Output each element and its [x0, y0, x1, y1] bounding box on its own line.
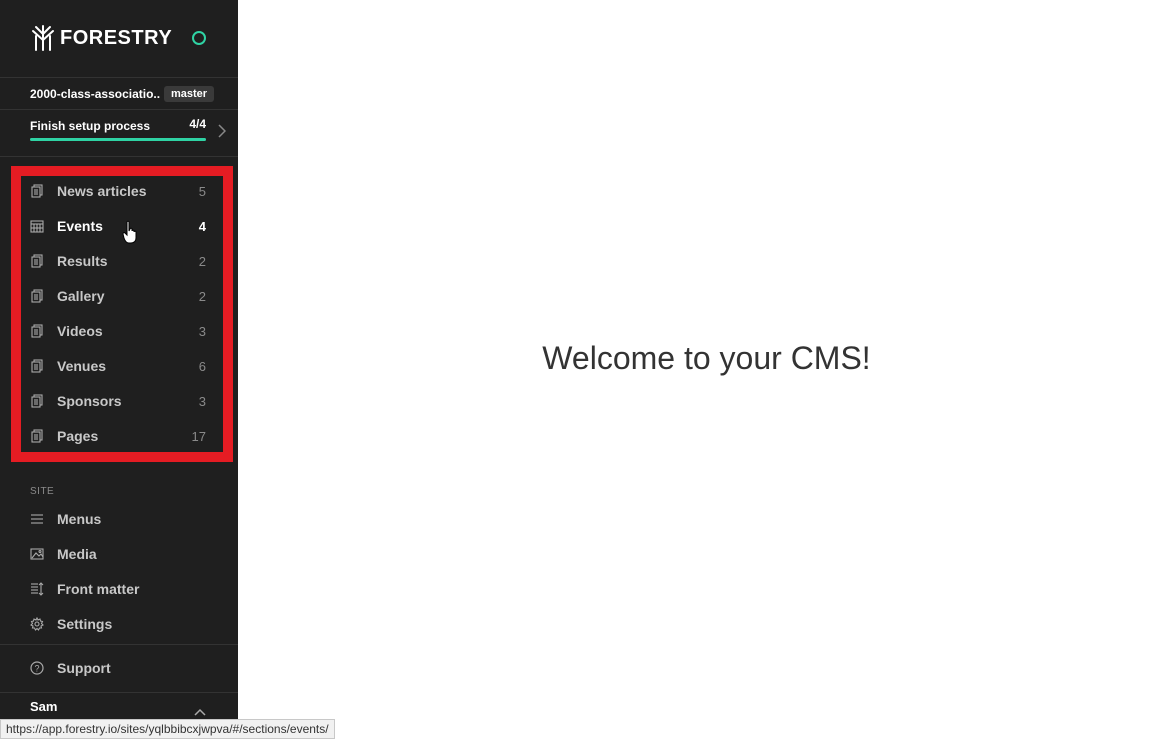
chevron-right-icon[interactable] [218, 124, 226, 138]
nav-label-support: Support [57, 660, 111, 676]
sidebar: FORESTRY 2000-class-associatio... master… [0, 0, 238, 739]
nav-label-menus: Menus [57, 511, 102, 527]
branch-badge: master [164, 86, 215, 102]
nav-label-sponsors: Sponsors [57, 393, 122, 409]
nav-item-pages[interactable]: Pages 17 [30, 426, 206, 446]
nav-item-venues[interactable]: Venues 6 [30, 356, 206, 376]
forestry-tree-icon [32, 25, 54, 51]
nav-item-events[interactable]: Events 4 [30, 216, 206, 236]
divider [0, 77, 238, 78]
setup-progress-fill [30, 138, 206, 141]
nav-count-results: 2 [198, 253, 206, 269]
nav-label-media: Media [57, 546, 97, 562]
divider [0, 109, 238, 110]
document-icon [30, 324, 44, 338]
document-icon [30, 254, 44, 268]
nav-count-videos: 3 [198, 323, 206, 339]
repo-name: 2000-class-associatio... [30, 87, 160, 101]
user-name[interactable]: Sam [30, 699, 57, 714]
calendar-icon [30, 219, 44, 233]
nav-item-videos[interactable]: Videos 3 [30, 321, 206, 341]
front-matter-icon [30, 582, 44, 596]
nav-item-gallery[interactable]: Gallery 2 [30, 286, 206, 306]
nav-count-venues: 6 [198, 358, 206, 374]
menu-icon [30, 512, 44, 526]
nav-label-settings: Settings [57, 616, 113, 632]
nav-item-results[interactable]: Results 2 [30, 251, 206, 271]
svg-text:?: ? [34, 664, 39, 674]
divider [0, 156, 238, 157]
nav-label-results: Results [57, 253, 108, 269]
document-icon [30, 359, 44, 373]
setup-progress[interactable]: Finish setup process 4/4 [30, 117, 206, 141]
status-indicator-icon[interactable] [192, 31, 206, 45]
setup-label: Finish setup process [30, 119, 151, 133]
document-icon [30, 394, 44, 408]
divider [0, 644, 238, 645]
setup-count: 4/4 [189, 117, 206, 131]
nav-count-sponsors: 3 [198, 393, 206, 409]
setup-progress-bar [30, 138, 206, 141]
chevron-up-icon[interactable] [194, 708, 206, 716]
document-icon [30, 184, 44, 198]
hand-cursor-icon [122, 220, 137, 244]
nav-label-gallery: Gallery [57, 288, 105, 304]
status-url: https://app.forestry.io/sites/yqlbbibcxj… [0, 719, 335, 739]
highlight-box [11, 166, 233, 462]
site-heading: SITE [30, 486, 55, 497]
repo-selector[interactable]: 2000-class-associatio... master [30, 85, 220, 103]
gear-icon [30, 616, 44, 631]
image-icon [30, 547, 44, 561]
forestry-logo[interactable]: FORESTRY [30, 24, 172, 52]
nav-label-videos: Videos [57, 323, 103, 339]
nav-item-settings[interactable]: Settings [30, 614, 206, 634]
welcome-heading: Welcome to your CMS! [542, 340, 871, 376]
help-icon: ? [30, 661, 44, 675]
nav-item-menus[interactable]: Menus [30, 509, 206, 529]
document-icon [30, 429, 44, 443]
nav-label-pages: Pages [57, 428, 99, 444]
nav-count-news-articles: 5 [198, 183, 206, 199]
nav-count-gallery: 2 [198, 288, 206, 304]
nav-item-news-articles[interactable]: News articles 5 [30, 181, 206, 201]
nav-count-pages: 17 [191, 428, 206, 444]
brand-name: FORESTRY [60, 26, 173, 49]
document-icon [30, 289, 44, 303]
nav-label-front-matter: Front matter [57, 581, 140, 597]
nav-item-sponsors[interactable]: Sponsors 3 [30, 391, 206, 411]
nav-item-front-matter[interactable]: Front matter [30, 579, 206, 599]
nav-count-events: 4 [198, 218, 206, 234]
nav-item-media[interactable]: Media [30, 544, 206, 564]
nav-item-support[interactable]: ? Support [30, 658, 206, 678]
nav-label-news-articles: News articles [57, 183, 147, 199]
divider [0, 692, 238, 693]
nav-label-venues: Venues [57, 358, 107, 374]
